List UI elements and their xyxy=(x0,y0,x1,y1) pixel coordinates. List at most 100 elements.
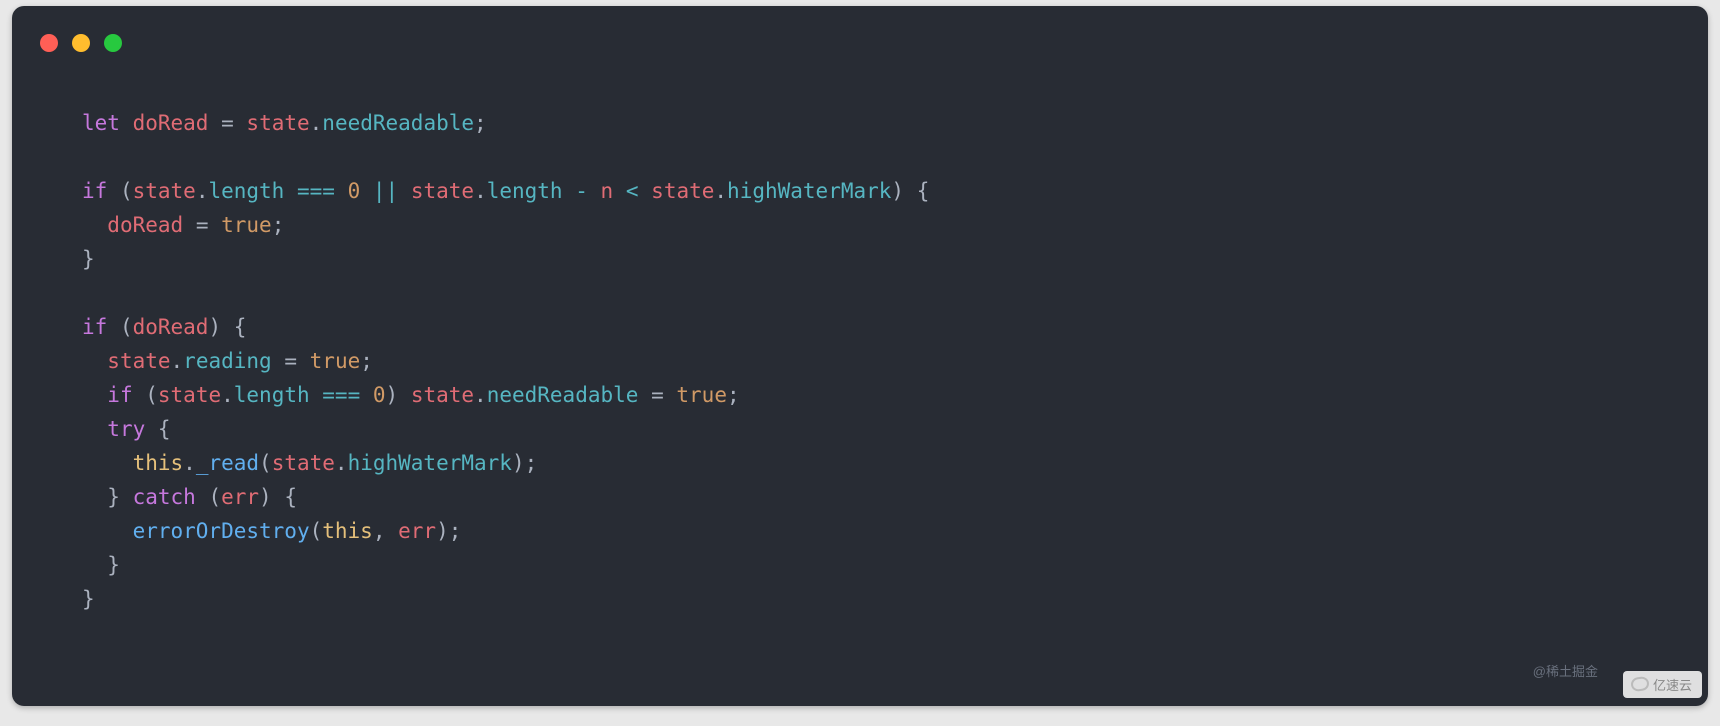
code-token xyxy=(272,349,285,373)
code-token: state xyxy=(272,451,335,475)
code-token: . xyxy=(221,383,234,407)
code-token: . xyxy=(196,179,209,203)
code-token xyxy=(82,213,107,237)
code-token: ) xyxy=(386,383,411,407)
code-token xyxy=(563,179,576,203)
code-token: ; xyxy=(360,349,373,373)
code-token: || xyxy=(373,179,398,203)
code-token: needReadable xyxy=(487,383,639,407)
code-token: state xyxy=(133,179,196,203)
code-token xyxy=(398,179,411,203)
code-token: let xyxy=(82,111,120,135)
close-icon[interactable] xyxy=(40,34,58,52)
code-token: . xyxy=(183,451,196,475)
code-token: true xyxy=(221,213,272,237)
code-token: - xyxy=(575,179,588,203)
code-token: } xyxy=(82,553,120,577)
window-controls xyxy=(40,34,122,52)
code-token: needReadable xyxy=(322,111,474,135)
code-token xyxy=(284,179,297,203)
code-token xyxy=(82,349,107,373)
code-token xyxy=(310,383,323,407)
code-token: ; xyxy=(727,383,740,407)
code-token: === xyxy=(297,179,335,203)
code-token: this xyxy=(322,519,373,543)
code-token: 0 xyxy=(373,383,386,407)
code-token xyxy=(297,349,310,373)
code-token: n xyxy=(601,179,614,203)
code-card: let doRead = state.needReadable; if (sta… xyxy=(12,6,1708,706)
code-token xyxy=(82,519,133,543)
code-token: ( xyxy=(107,179,132,203)
code-token: { xyxy=(145,417,170,441)
code-token xyxy=(360,179,373,203)
code-token: = xyxy=(196,213,209,237)
code-token: doRead xyxy=(133,111,209,135)
code-token: . xyxy=(474,383,487,407)
code-token: state xyxy=(411,383,474,407)
code-token xyxy=(82,451,133,475)
code-token xyxy=(208,213,221,237)
code-token xyxy=(120,111,133,135)
watermark-right: 亿速云 xyxy=(1623,671,1702,698)
code-token: ( xyxy=(196,485,221,509)
code-token: ( xyxy=(107,315,132,339)
code-token: true xyxy=(676,383,727,407)
code-token: err xyxy=(398,519,436,543)
code-token xyxy=(82,383,107,407)
code-token: ; xyxy=(474,111,487,135)
code-token: err xyxy=(221,485,259,509)
code-token: state xyxy=(651,179,714,203)
code-token: . xyxy=(714,179,727,203)
code-token: ); xyxy=(436,519,461,543)
code-token: state xyxy=(158,383,221,407)
code-block: let doRead = state.needReadable; if (sta… xyxy=(82,106,1668,666)
code-token: ; xyxy=(272,213,285,237)
code-token: try xyxy=(107,417,145,441)
code-token: = xyxy=(651,383,664,407)
window-frame: let doRead = state.needReadable; if (sta… xyxy=(0,0,1720,726)
maximize-icon[interactable] xyxy=(104,34,122,52)
code-token: if xyxy=(82,179,107,203)
code-token xyxy=(639,179,652,203)
code-token: < xyxy=(626,179,639,203)
code-token: } xyxy=(82,587,95,611)
minimize-icon[interactable] xyxy=(72,34,90,52)
code-token: reading xyxy=(183,349,272,373)
code-token: ); xyxy=(512,451,537,475)
code-token: = xyxy=(284,349,297,373)
code-token: . xyxy=(310,111,323,135)
code-token xyxy=(613,179,626,203)
code-token: state xyxy=(107,349,170,373)
code-token xyxy=(183,213,196,237)
code-token xyxy=(208,111,221,135)
code-token xyxy=(588,179,601,203)
code-token: length xyxy=(234,383,310,407)
code-token: } xyxy=(82,485,133,509)
code-token xyxy=(234,111,247,135)
code-token: length xyxy=(208,179,284,203)
code-token: ( xyxy=(259,451,272,475)
code-token: highWaterMark xyxy=(348,451,512,475)
code-token: , xyxy=(373,519,398,543)
code-token xyxy=(360,383,373,407)
watermark-left: @稀土掘金 xyxy=(1533,661,1598,680)
code-token: === xyxy=(322,383,360,407)
code-token: . xyxy=(474,179,487,203)
code-token: ( xyxy=(310,519,323,543)
code-token xyxy=(82,417,107,441)
code-token: length xyxy=(487,179,563,203)
code-token: state xyxy=(411,179,474,203)
code-token: . xyxy=(171,349,184,373)
code-token: highWaterMark xyxy=(727,179,891,203)
code-token: errorOrDestroy xyxy=(133,519,310,543)
code-token: this xyxy=(133,451,184,475)
code-token: doRead xyxy=(133,315,209,339)
code-token: } xyxy=(82,247,95,271)
code-token: doRead xyxy=(107,213,183,237)
code-token: 0 xyxy=(348,179,361,203)
code-token: catch xyxy=(133,485,196,509)
code-token: if xyxy=(82,315,107,339)
code-token: ) { xyxy=(891,179,929,203)
code-token: ( xyxy=(133,383,158,407)
